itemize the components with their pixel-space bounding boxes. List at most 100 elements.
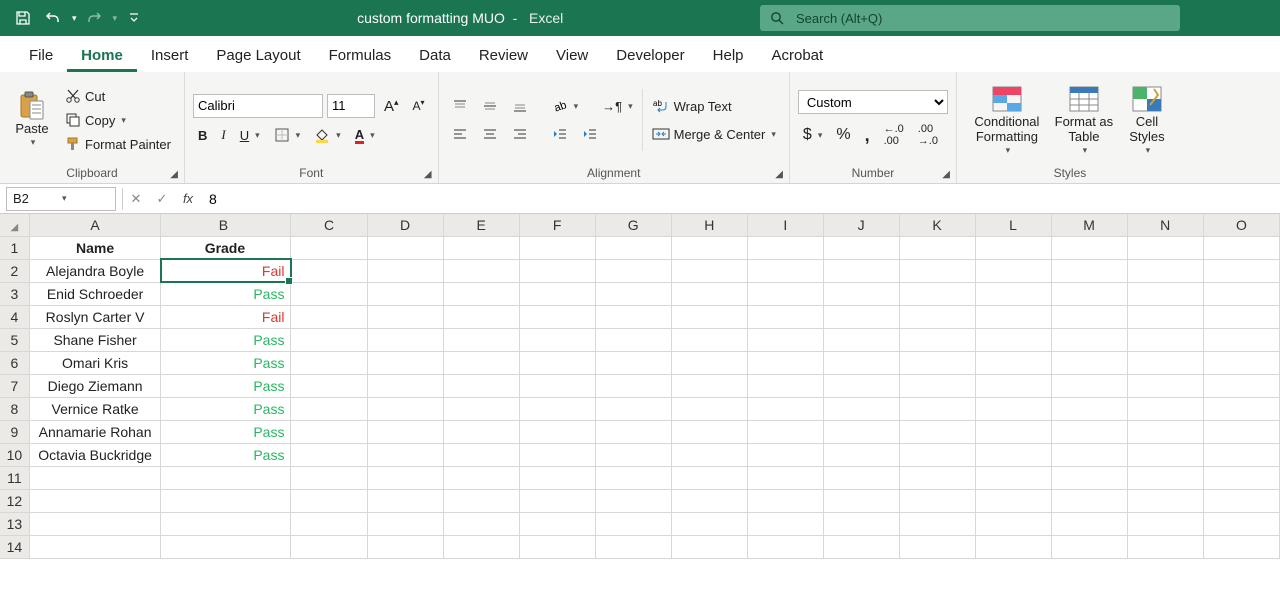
cell-G14[interactable] xyxy=(595,535,671,558)
cell-E4[interactable] xyxy=(443,305,519,328)
cell-J13[interactable] xyxy=(823,512,899,535)
cell-B8[interactable]: Pass xyxy=(161,397,291,420)
cell-I1[interactable] xyxy=(747,236,823,259)
percent-format-button[interactable]: % xyxy=(831,123,855,147)
undo-button[interactable] xyxy=(40,5,66,31)
cell-O14[interactable] xyxy=(1203,535,1279,558)
cell-I9[interactable] xyxy=(747,420,823,443)
cell-A13[interactable] xyxy=(29,512,161,535)
cell-I7[interactable] xyxy=(747,374,823,397)
cell-M10[interactable] xyxy=(1051,443,1127,466)
cell-E1[interactable] xyxy=(443,236,519,259)
cell-O12[interactable] xyxy=(1203,489,1279,512)
cell-K11[interactable] xyxy=(899,466,975,489)
row-header-2[interactable]: 2 xyxy=(0,259,29,282)
cell-G3[interactable] xyxy=(595,282,671,305)
cell-D12[interactable] xyxy=(367,489,443,512)
cell-H8[interactable] xyxy=(671,397,747,420)
cell-M3[interactable] xyxy=(1051,282,1127,305)
decrease-decimal-button[interactable]: .00→.0 xyxy=(913,120,943,150)
cell-C10[interactable] xyxy=(291,443,367,466)
row-header-9[interactable]: 9 xyxy=(0,420,29,443)
row-header-10[interactable]: 10 xyxy=(0,443,29,466)
cell-A3[interactable]: Enid Schroeder xyxy=(29,282,161,305)
cell-H5[interactable] xyxy=(671,328,747,351)
underline-button[interactable]: U▾ xyxy=(235,125,265,146)
cell-L13[interactable] xyxy=(975,512,1051,535)
cell-B12[interactable] xyxy=(161,489,291,512)
insert-function-button[interactable]: fx xyxy=(175,191,201,206)
cell-A5[interactable]: Shane Fisher xyxy=(29,328,161,351)
wrap-text-button[interactable]: ab Wrap Text xyxy=(647,95,781,117)
cell-C3[interactable] xyxy=(291,282,367,305)
cell-D5[interactable] xyxy=(367,328,443,351)
cell-K13[interactable] xyxy=(899,512,975,535)
cell-O10[interactable] xyxy=(1203,443,1279,466)
cell-F10[interactable] xyxy=(519,443,595,466)
tab-file[interactable]: File xyxy=(15,39,67,72)
cell-K6[interactable] xyxy=(899,351,975,374)
chevron-down-icon[interactable]: ▾ xyxy=(62,193,109,204)
cell-L12[interactable] xyxy=(975,489,1051,512)
cell-C11[interactable] xyxy=(291,466,367,489)
cell-G4[interactable] xyxy=(595,305,671,328)
column-header-N[interactable]: N xyxy=(1127,214,1203,236)
cell-B10[interactable]: Pass xyxy=(161,443,291,466)
cell-B11[interactable] xyxy=(161,466,291,489)
cell-F1[interactable] xyxy=(519,236,595,259)
increase-indent-button[interactable] xyxy=(577,123,603,145)
cell-A1[interactable]: Name xyxy=(29,236,161,259)
format-as-table-button[interactable]: Format as Table▾ xyxy=(1049,81,1119,159)
search-input[interactable] xyxy=(794,10,1170,27)
dialog-launcher-icon[interactable]: ◢ xyxy=(424,169,432,180)
cell-D3[interactable] xyxy=(367,282,443,305)
search-box[interactable] xyxy=(760,5,1180,31)
column-header-H[interactable]: H xyxy=(671,214,747,236)
column-header-I[interactable]: I xyxy=(747,214,823,236)
cell-E9[interactable] xyxy=(443,420,519,443)
cell-K2[interactable] xyxy=(899,259,975,282)
cell-G5[interactable] xyxy=(595,328,671,351)
cell-M8[interactable] xyxy=(1051,397,1127,420)
cell-E13[interactable] xyxy=(443,512,519,535)
cell-K9[interactable] xyxy=(899,420,975,443)
cell-I2[interactable] xyxy=(747,259,823,282)
cell-I8[interactable] xyxy=(747,397,823,420)
cell-K8[interactable] xyxy=(899,397,975,420)
cell-G12[interactable] xyxy=(595,489,671,512)
cell-H10[interactable] xyxy=(671,443,747,466)
cell-I4[interactable] xyxy=(747,305,823,328)
accounting-format-button[interactable]: $▾ xyxy=(798,123,827,147)
cell-D13[interactable] xyxy=(367,512,443,535)
cell-I10[interactable] xyxy=(747,443,823,466)
cell-I12[interactable] xyxy=(747,489,823,512)
column-header-F[interactable]: F xyxy=(519,214,595,236)
cell-B6[interactable]: Pass xyxy=(161,351,291,374)
cell-K3[interactable] xyxy=(899,282,975,305)
cell-F14[interactable] xyxy=(519,535,595,558)
cell-A11[interactable] xyxy=(29,466,161,489)
cell-G1[interactable] xyxy=(595,236,671,259)
cell-J12[interactable] xyxy=(823,489,899,512)
column-header-J[interactable]: J xyxy=(823,214,899,236)
copy-button[interactable]: Copy▾ xyxy=(60,109,176,131)
cell-N6[interactable] xyxy=(1127,351,1203,374)
tab-view[interactable]: View xyxy=(542,39,602,72)
formula-input[interactable] xyxy=(201,187,1280,211)
cell-O8[interactable] xyxy=(1203,397,1279,420)
cell-J4[interactable] xyxy=(823,305,899,328)
cell-J8[interactable] xyxy=(823,397,899,420)
cell-A4[interactable]: Roslyn Carter V xyxy=(29,305,161,328)
cell-K10[interactable] xyxy=(899,443,975,466)
cell-G9[interactable] xyxy=(595,420,671,443)
dialog-launcher-icon[interactable]: ◢ xyxy=(942,169,950,180)
row-header-13[interactable]: 13 xyxy=(0,512,29,535)
cell-B5[interactable]: Pass xyxy=(161,328,291,351)
cell-M12[interactable] xyxy=(1051,489,1127,512)
cell-F12[interactable] xyxy=(519,489,595,512)
cell-H2[interactable] xyxy=(671,259,747,282)
cell-E2[interactable] xyxy=(443,259,519,282)
cell-G2[interactable] xyxy=(595,259,671,282)
dialog-launcher-icon[interactable]: ◢ xyxy=(170,169,178,180)
column-header-C[interactable]: C xyxy=(291,214,367,236)
